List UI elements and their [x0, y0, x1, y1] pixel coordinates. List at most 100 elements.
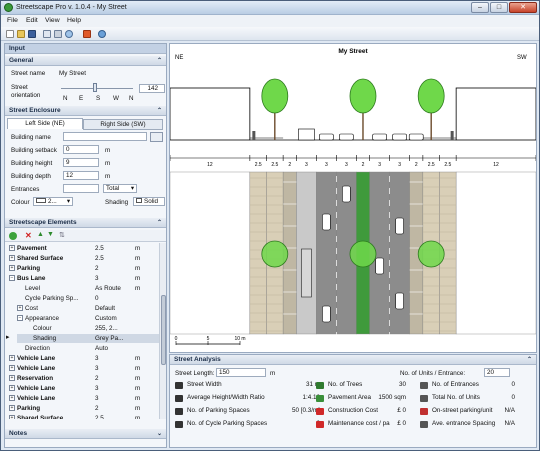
tree-row[interactable]: + Pavement 2.5 m: [9, 244, 159, 253]
menu-help[interactable]: Help: [67, 17, 81, 24]
tree-row-value[interactable]: 3: [95, 394, 99, 403]
colour-select[interactable]: 2... ▾: [33, 197, 73, 206]
shading-select[interactable]: Solid: [133, 197, 165, 206]
analysis-header[interactable]: Street Analysis ⌃: [170, 355, 536, 365]
tree-row-value[interactable]: 3: [95, 384, 99, 393]
tree-row[interactable]: + Cost Default: [17, 304, 159, 313]
expand-icon[interactable]: +: [9, 395, 15, 401]
tree-row[interactable]: − Bus Lane 3 m: [9, 274, 159, 283]
notes-section-header[interactable]: Notes ⌄: [5, 429, 166, 439]
expand-icon[interactable]: +: [9, 245, 15, 251]
tab-right-side[interactable]: Right Side (SW): [83, 119, 163, 130]
orientation-slider-thumb[interactable]: [93, 83, 97, 92]
tree-row[interactable]: + Reservation 2 m: [9, 374, 159, 383]
tree-row[interactable]: + Shared Surface 2.5 m: [9, 254, 159, 263]
tree-row-value[interactable]: 2: [95, 404, 99, 413]
tree-row-value[interactable]: Default: [95, 304, 115, 313]
expand-icon[interactable]: +: [9, 355, 15, 361]
collapse-icon[interactable]: ⌃: [157, 218, 162, 228]
save-icon[interactable]: [28, 30, 36, 38]
depth-input[interactable]: 12: [63, 171, 99, 180]
tree-row[interactable]: − Appearance Custom: [17, 314, 159, 323]
close-button[interactable]: ✕: [509, 2, 537, 13]
print-icon[interactable]: [54, 30, 62, 38]
orientation-slider-track[interactable]: [61, 88, 133, 89]
tree-row-value[interactable]: 3: [95, 274, 99, 283]
tree-row[interactable]: + Vehicle Lane 3 m: [9, 394, 159, 403]
zoom-icon[interactable]: [65, 30, 73, 38]
street-canvas[interactable]: My Street NE SW 12 2.5 2.5 2 3 3 3 2 3 3 2 2.5 2.5 12…: [169, 44, 537, 352]
collapse-icon[interactable]: ⌃: [157, 106, 162, 116]
expand-icon[interactable]: +: [9, 405, 15, 411]
tree-row[interactable]: + Parking 2 m: [9, 264, 159, 273]
copy-icon[interactable]: [43, 30, 51, 38]
tree-row-value[interactable]: 255, 2...: [95, 324, 118, 333]
tree-row[interactable]: + Vehicle Lane 3 m: [9, 364, 159, 373]
tree-row-value[interactable]: 2.5: [95, 244, 104, 253]
menu-file[interactable]: File: [7, 17, 18, 24]
tree-scrollbar-thumb[interactable]: [161, 295, 166, 365]
tab-left-side[interactable]: Left Side (NE): [7, 118, 83, 129]
orientation-input[interactable]: 142: [139, 84, 165, 93]
height-input[interactable]: 9: [63, 158, 99, 167]
expand-icon[interactable]: +: [17, 305, 23, 311]
enclosure-section-header[interactable]: Street Enclosure ⌃: [5, 106, 166, 116]
tree-row[interactable]: Cycle Parking Sp... 0: [17, 294, 159, 303]
entrances-input[interactable]: [63, 184, 99, 193]
setback-input[interactable]: 0: [63, 145, 99, 154]
expand-icon[interactable]: +: [9, 255, 15, 261]
title-bar[interactable]: Streetscape Pro v. 1.0.4 - My Street – □…: [1, 1, 539, 15]
tree-row[interactable]: Level As Route m: [17, 284, 159, 293]
tree-row[interactable]: Direction Auto: [17, 344, 159, 353]
tree-row[interactable]: + Vehicle Lane 3 m: [9, 384, 159, 393]
expand-icon[interactable]: +: [9, 365, 15, 371]
new-icon[interactable]: [6, 30, 14, 38]
refresh-icon[interactable]: [98, 30, 106, 38]
move-up-icon[interactable]: ▲: [37, 231, 44, 238]
sort-icon[interactable]: ⇅: [59, 231, 65, 239]
tree-row-value[interactable]: 2: [95, 264, 99, 273]
tree-row-value[interactable]: Grey Pa...: [95, 334, 123, 343]
delete-icon[interactable]: ✕: [25, 231, 32, 240]
minimize-button[interactable]: –: [471, 2, 489, 13]
building-picker-button[interactable]: [150, 132, 163, 142]
expand-icon[interactable]: +: [9, 415, 15, 419]
general-section-header[interactable]: General ⌃: [5, 56, 166, 66]
collapse-icon[interactable]: −: [9, 275, 15, 281]
elements-section-header[interactable]: Streetscape Elements ⌃: [5, 218, 166, 228]
tree-row-value[interactable]: As Route: [95, 284, 121, 293]
collapse-icon[interactable]: −: [17, 315, 23, 321]
menu-view[interactable]: View: [45, 17, 60, 24]
tree-row[interactable]: + Vehicle Lane 3 m: [9, 354, 159, 363]
stop-icon[interactable]: [83, 30, 91, 38]
tree-row-value[interactable]: Custom: [95, 314, 117, 323]
tree-row-value[interactable]: 2: [95, 374, 99, 383]
tree-scrollbar[interactable]: [159, 243, 166, 419]
expand-icon[interactable]: +: [9, 375, 15, 381]
tree-row[interactable]: + Parking 2 m: [9, 404, 159, 413]
add-icon[interactable]: [9, 232, 17, 240]
entrances-mode-select[interactable]: Total ▾: [103, 184, 137, 193]
tree-row-value[interactable]: Auto: [95, 344, 108, 353]
street-name-value[interactable]: My Street: [59, 70, 86, 77]
tree-row-value[interactable]: 3: [95, 364, 99, 373]
menu-edit[interactable]: Edit: [26, 17, 38, 24]
maximize-button[interactable]: □: [490, 2, 508, 13]
open-icon[interactable]: [17, 30, 25, 38]
tree-row[interactable]: + Shared Surface 2.5 m: [9, 414, 159, 419]
tree-row[interactable]: Colour 255, 2...: [17, 324, 159, 333]
expand-icon[interactable]: +: [9, 385, 15, 391]
collapse-icon[interactable]: ⌃: [157, 56, 162, 66]
move-down-icon[interactable]: ▼: [47, 231, 54, 238]
units-per-entrance-input[interactable]: 20: [484, 368, 510, 377]
tree-row[interactable]: Shading Grey Pa...: [17, 334, 159, 343]
tree-row-value[interactable]: 2.5: [95, 254, 104, 263]
collapse-icon[interactable]: ⌃: [527, 355, 532, 365]
street-length-input[interactable]: 150: [216, 368, 266, 377]
tree-row-value[interactable]: 3: [95, 354, 99, 363]
expand-icon[interactable]: +: [9, 265, 15, 271]
building-name-input[interactable]: [63, 132, 147, 141]
expand-icon[interactable]: ⌄: [157, 429, 162, 439]
tree-row-value[interactable]: 2.5: [95, 414, 104, 419]
tree-row-value[interactable]: 0: [95, 294, 99, 303]
